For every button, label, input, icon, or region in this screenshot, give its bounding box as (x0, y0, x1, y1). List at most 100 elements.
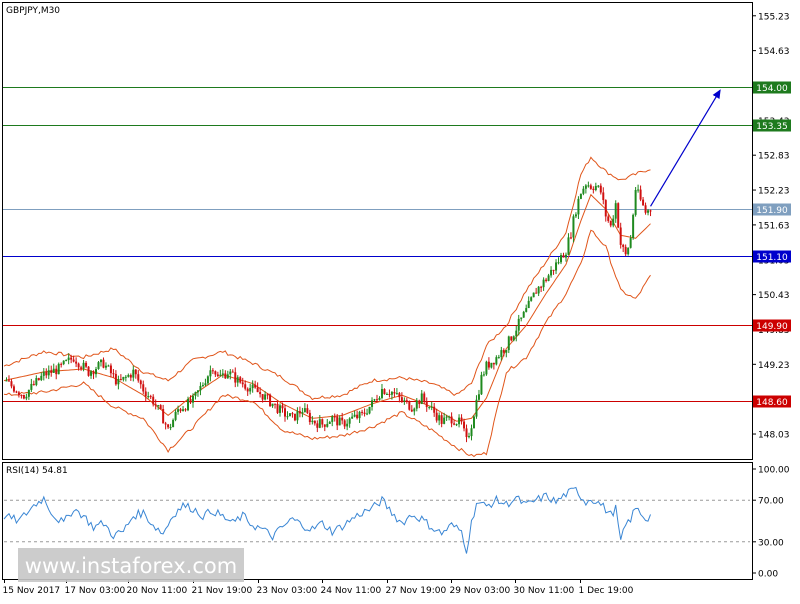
candle-body (244, 384, 247, 389)
candle-body (82, 362, 85, 369)
candle-body (490, 362, 493, 368)
candle-body (201, 385, 204, 387)
candle-body (413, 408, 416, 412)
candle-body (594, 185, 597, 191)
instaforex-watermark: [ www.instaforex.com ] (10, 548, 252, 582)
candle-body (468, 436, 471, 438)
candle-body (353, 414, 356, 417)
time-tick-label: 20 Nov 11:00 (127, 586, 188, 596)
candle-body (428, 406, 431, 408)
price-panel-frame (2, 2, 753, 460)
candle-body (194, 392, 197, 396)
candle-body (216, 374, 219, 377)
candle-body (609, 220, 612, 226)
candle-body (37, 378, 40, 381)
candle-body (371, 400, 374, 407)
candle-body (599, 185, 602, 193)
price-tick-label: 151.63 (758, 221, 790, 231)
candle-body (254, 384, 257, 388)
candle-body (293, 413, 296, 421)
candle-body (152, 396, 155, 405)
candle-body (162, 409, 165, 424)
candle-body (512, 336, 515, 341)
candle-body (403, 400, 406, 402)
candle-body (142, 384, 145, 392)
candle-body (60, 363, 63, 365)
candle-body (236, 377, 239, 383)
candle-body (144, 391, 147, 397)
candle-body (624, 246, 627, 255)
candle-body (7, 380, 10, 382)
candle-body (55, 368, 58, 375)
candle-body (579, 193, 582, 199)
candle-body (351, 416, 354, 419)
candle-body (87, 366, 90, 376)
candle-body (525, 308, 528, 312)
candle-body (42, 371, 45, 376)
candle-body (331, 416, 334, 422)
candle-body (239, 377, 242, 383)
rsi-tick-label: 0.00 (758, 570, 778, 580)
candle-body (47, 370, 50, 376)
candle-body (564, 254, 567, 258)
rsi-tick-label: 100.00 (758, 466, 790, 476)
rsi-axis: 100.00 70.00 30.00 0.00 (752, 466, 790, 580)
level-label-text: 154.00 (756, 84, 788, 94)
candle-body (574, 214, 577, 217)
candle-body (57, 363, 60, 375)
candle-body (226, 374, 229, 379)
candle-body (492, 362, 495, 365)
candle-body (537, 286, 540, 294)
candle-body (361, 411, 364, 413)
time-tick-label: 24 Nov 11:00 (321, 586, 382, 596)
rsi-tick-label: 30.00 (758, 538, 784, 548)
candle-body (356, 414, 359, 419)
price-tick-label: 148.03 (758, 431, 790, 441)
candle-body (552, 269, 555, 271)
time-tick-label: 21 Nov 19:00 (192, 586, 253, 596)
candle-body (182, 409, 185, 411)
candle-body (408, 401, 411, 410)
candle-body (97, 362, 100, 370)
candle-body (15, 391, 18, 393)
chart-container: 155.23154.63154.03153.43152.83152.23151.… (0, 0, 800, 600)
candle-body (443, 417, 446, 424)
time-tick-label: 23 Nov 03:00 (257, 586, 318, 596)
price-tick-label: 155.23 (758, 12, 790, 22)
candle-body (507, 336, 510, 351)
candle-body (622, 244, 625, 247)
candle-body (423, 393, 426, 402)
candle-body (582, 188, 585, 194)
candle-body (274, 403, 277, 405)
time-tick-label: 17 Nov 03:00 (65, 586, 126, 596)
candle-body (505, 350, 508, 353)
price-tick-label: 149.23 (758, 361, 790, 371)
candle-body (482, 374, 485, 376)
price-tick-label: 150.43 (758, 291, 790, 301)
candle-body (500, 350, 503, 358)
candle-body (40, 375, 43, 381)
candle-body (358, 411, 361, 419)
chart-title: GBPJPY,M30 (6, 6, 60, 16)
candle-body (527, 300, 530, 309)
candle-body (363, 412, 366, 414)
level-label-text: 151.10 (756, 253, 788, 263)
candle-body (154, 404, 157, 406)
candle-body (62, 360, 65, 365)
candle-body (159, 405, 162, 410)
candle-body (114, 373, 117, 385)
candle-body (510, 336, 513, 341)
candle-body (555, 262, 558, 271)
candle-body (286, 416, 289, 418)
candle-body (281, 405, 284, 409)
candle-body (435, 412, 438, 421)
candle-body (634, 189, 637, 215)
candle-body (614, 203, 617, 219)
candle-body (420, 393, 423, 405)
candle-body (398, 393, 401, 398)
candle-body (637, 189, 640, 191)
candle-body (25, 396, 28, 399)
candle-body (341, 417, 344, 421)
candle-body (368, 406, 371, 414)
candle-body (124, 376, 127, 378)
